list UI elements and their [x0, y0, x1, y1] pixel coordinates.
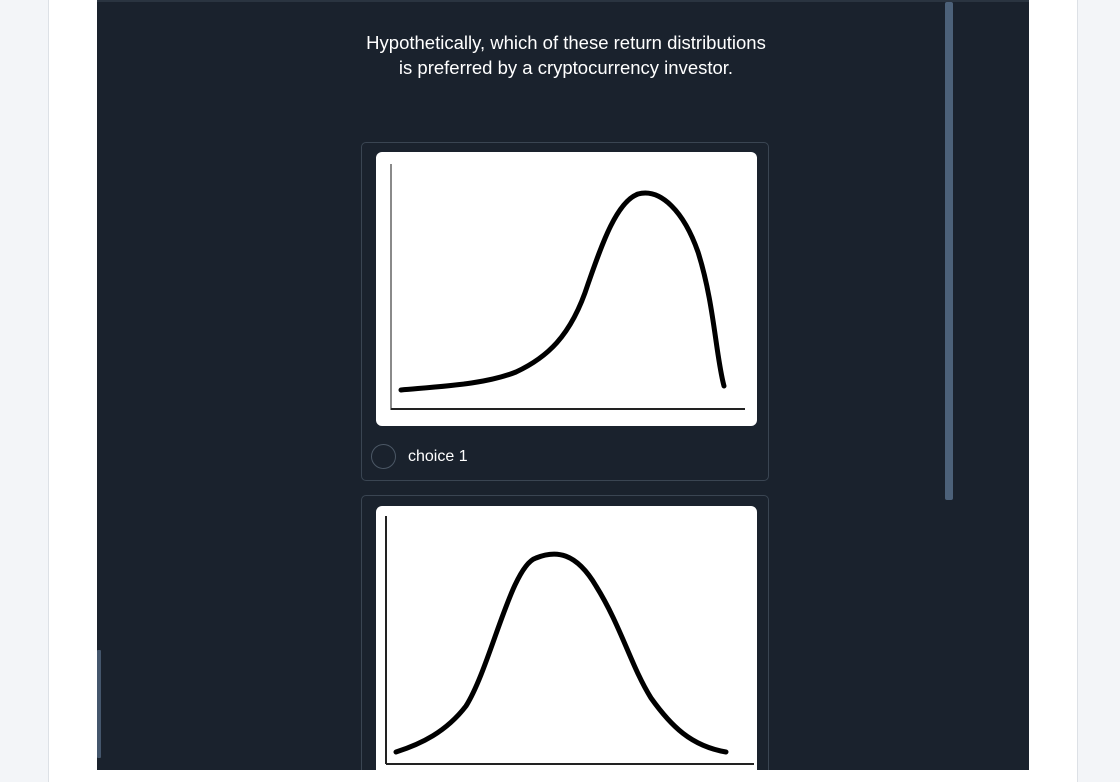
scrollbar-thumb[interactable]	[945, 2, 953, 500]
choice-1-label: choice 1	[408, 448, 468, 465]
choice-card-2[interactable]	[361, 495, 769, 770]
bell-curve-sketch	[385, 516, 754, 765]
choice-1-image	[376, 152, 757, 426]
scrollbar[interactable]	[945, 2, 953, 500]
question-text: Hypothetically, which of these return di…	[366, 32, 766, 78]
side-scroll-indicator[interactable]	[97, 650, 101, 758]
choice-2-image	[376, 506, 757, 770]
choice-card-1[interactable]: choice 1	[361, 142, 769, 481]
left-skewed-curve-sketch	[390, 164, 745, 410]
panel-top-divider	[97, 0, 1029, 2]
question-panel: Hypothetically, which of these return di…	[97, 0, 1029, 770]
choice-1-radio[interactable]	[371, 444, 396, 469]
